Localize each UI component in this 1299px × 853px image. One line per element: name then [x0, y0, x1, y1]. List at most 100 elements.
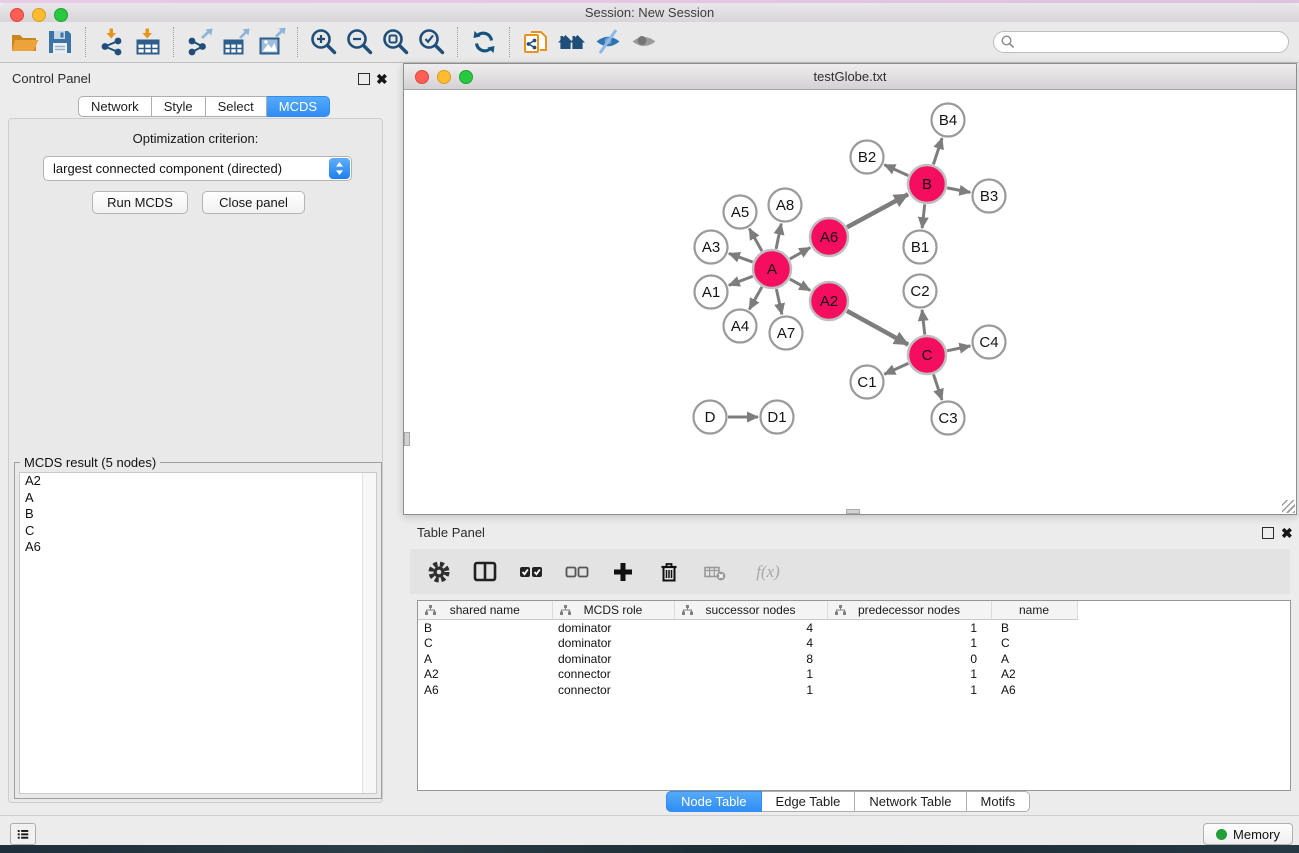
export-image-button[interactable] [254, 25, 290, 59]
duplicate-network-button[interactable] [518, 25, 554, 59]
zoom-in-button[interactable] [306, 25, 342, 59]
mcds-result-list[interactable]: A2ABCA6 [19, 472, 377, 794]
table-cell[interactable]: connector [552, 667, 674, 683]
zoom-selected-button[interactable] [414, 25, 450, 59]
splitter-grip-bottom[interactable] [846, 509, 860, 514]
node-D[interactable]: D [694, 401, 727, 434]
table-cell[interactable]: C [418, 636, 552, 652]
edge-C-C2[interactable] [922, 310, 925, 335]
deselect-all-button[interactable] [562, 557, 592, 587]
network-canvas[interactable]: AA1A2A3A4A5A6A7A8BB1B2B3B4CC1C2C3C4DD1 [404, 89, 1296, 514]
zoom-out-button[interactable] [342, 25, 378, 59]
apply-layout-button[interactable] [466, 25, 502, 59]
edge-A-A4[interactable] [749, 287, 762, 310]
node-B1[interactable]: B1 [904, 231, 937, 264]
mcds-result-scrollbar[interactable] [362, 473, 376, 793]
node-A6[interactable]: A6 [810, 218, 848, 256]
table-cell[interactable]: A2 [991, 667, 1077, 683]
close-panel-button[interactable]: Close panel [202, 191, 305, 214]
mcds-result-item[interactable]: A2 [20, 473, 376, 490]
column-header-predecessor-nodes[interactable]: predecessor nodes [827, 601, 991, 620]
edge-B-B2[interactable] [884, 165, 908, 176]
network-overview-button[interactable] [554, 25, 590, 59]
network-graph[interactable]: AA1A2A3A4A5A6A7A8BB1B2B3B4CC1C2C3C4DD1 [404, 89, 1296, 514]
node-C3[interactable]: C3 [932, 402, 965, 435]
node-A[interactable]: A [753, 250, 791, 288]
edge-A-A6[interactable] [790, 248, 810, 259]
edge-C-C1[interactable] [884, 363, 908, 374]
table-cell[interactable]: 1 [827, 682, 991, 698]
table-cell[interactable]: 1 [674, 682, 827, 698]
tab-edge-table[interactable]: Edge Table [762, 791, 856, 812]
add-button[interactable] [608, 557, 638, 587]
table-cell[interactable]: dominator [552, 636, 674, 652]
node-C4[interactable]: C4 [973, 326, 1006, 359]
table-row[interactable]: Adominator80A [418, 651, 1290, 667]
table-cell[interactable]: A [991, 651, 1077, 667]
resize-grip-icon[interactable] [1282, 500, 1295, 513]
table-cell[interactable]: 1 [674, 667, 827, 683]
table-row[interactable]: A2connector11A2 [418, 667, 1290, 683]
node-B[interactable]: B [908, 165, 946, 203]
export-network-button[interactable] [182, 25, 218, 59]
table-cell[interactable]: 4 [674, 620, 827, 636]
control-panel-float-button[interactable] [358, 73, 370, 85]
search-input[interactable] [1016, 32, 1288, 52]
table-cell[interactable]: 0 [827, 651, 991, 667]
table-cell[interactable]: 1 [827, 667, 991, 683]
table-settings-button[interactable] [424, 557, 454, 587]
node-A1[interactable]: A1 [695, 276, 728, 309]
table-panel-float-button[interactable] [1262, 527, 1274, 539]
tab-node-table[interactable]: Node Table [666, 791, 762, 812]
node-A2[interactable]: A2 [810, 282, 848, 320]
edge-C-C3[interactable] [933, 374, 942, 400]
table-row[interactable]: Cdominator41C [418, 636, 1290, 652]
edge-A-A5[interactable] [749, 229, 762, 252]
table-cell[interactable]: A2 [418, 667, 552, 683]
edge-A-A8[interactable] [776, 224, 781, 249]
import-network-button[interactable] [94, 25, 130, 59]
edge-B-B1[interactable] [922, 204, 925, 228]
hide-selected-button[interactable] [590, 25, 626, 59]
table-cell[interactable]: dominator [552, 620, 674, 636]
run-mcds-button[interactable]: Run MCDS [92, 191, 188, 214]
edge-A-A7[interactable] [776, 289, 782, 314]
edge-A2-C[interactable] [847, 311, 908, 345]
edge-C-C4[interactable] [947, 346, 970, 351]
table-cell[interactable]: B [991, 620, 1077, 636]
delete-button[interactable] [654, 557, 684, 587]
column-header-name[interactable]: name [991, 601, 1077, 620]
node-D1[interactable]: D1 [761, 401, 794, 434]
column-header-mcds-role[interactable]: MCDS role [552, 601, 674, 620]
table-row[interactable]: Bdominator41B [418, 620, 1290, 636]
column-header-shared-name[interactable]: shared name [418, 601, 552, 620]
fit-content-button[interactable] [378, 25, 414, 59]
table-cell[interactable]: connector [552, 682, 674, 698]
table-cell[interactable]: A6 [418, 682, 552, 698]
table-cell[interactable]: 8 [674, 651, 827, 667]
table-cell[interactable]: A6 [991, 682, 1077, 698]
table-cell[interactable]: C [991, 636, 1077, 652]
table-cell[interactable]: 4 [674, 636, 827, 652]
edge-B-B3[interactable] [947, 188, 970, 192]
mcds-result-item[interactable]: A6 [20, 539, 376, 556]
table-row[interactable]: A6connector11A6 [418, 682, 1290, 698]
node-C2[interactable]: C2 [904, 275, 937, 308]
save-session-button[interactable] [42, 25, 78, 59]
tab-mcds[interactable]: MCDS [267, 96, 330, 117]
delete-table-button[interactable] [700, 557, 730, 587]
edge-A-A2[interactable] [790, 279, 810, 290]
edge-B-B4[interactable] [933, 138, 942, 164]
node-A7[interactable]: A7 [770, 317, 803, 350]
show-all-button[interactable] [626, 25, 662, 59]
table-cell[interactable]: 1 [827, 636, 991, 652]
table-cell[interactable]: 1 [827, 620, 991, 636]
criterion-select[interactable]: largest connected component (directed) [43, 156, 352, 181]
search-field[interactable] [993, 31, 1289, 53]
column-view-button[interactable] [470, 557, 500, 587]
export-table-button[interactable] [218, 25, 254, 59]
select-all-button[interactable] [516, 557, 546, 587]
import-table-button[interactable] [130, 25, 166, 59]
tab-style[interactable]: Style [152, 96, 206, 117]
tab-network[interactable]: Network [78, 96, 152, 117]
